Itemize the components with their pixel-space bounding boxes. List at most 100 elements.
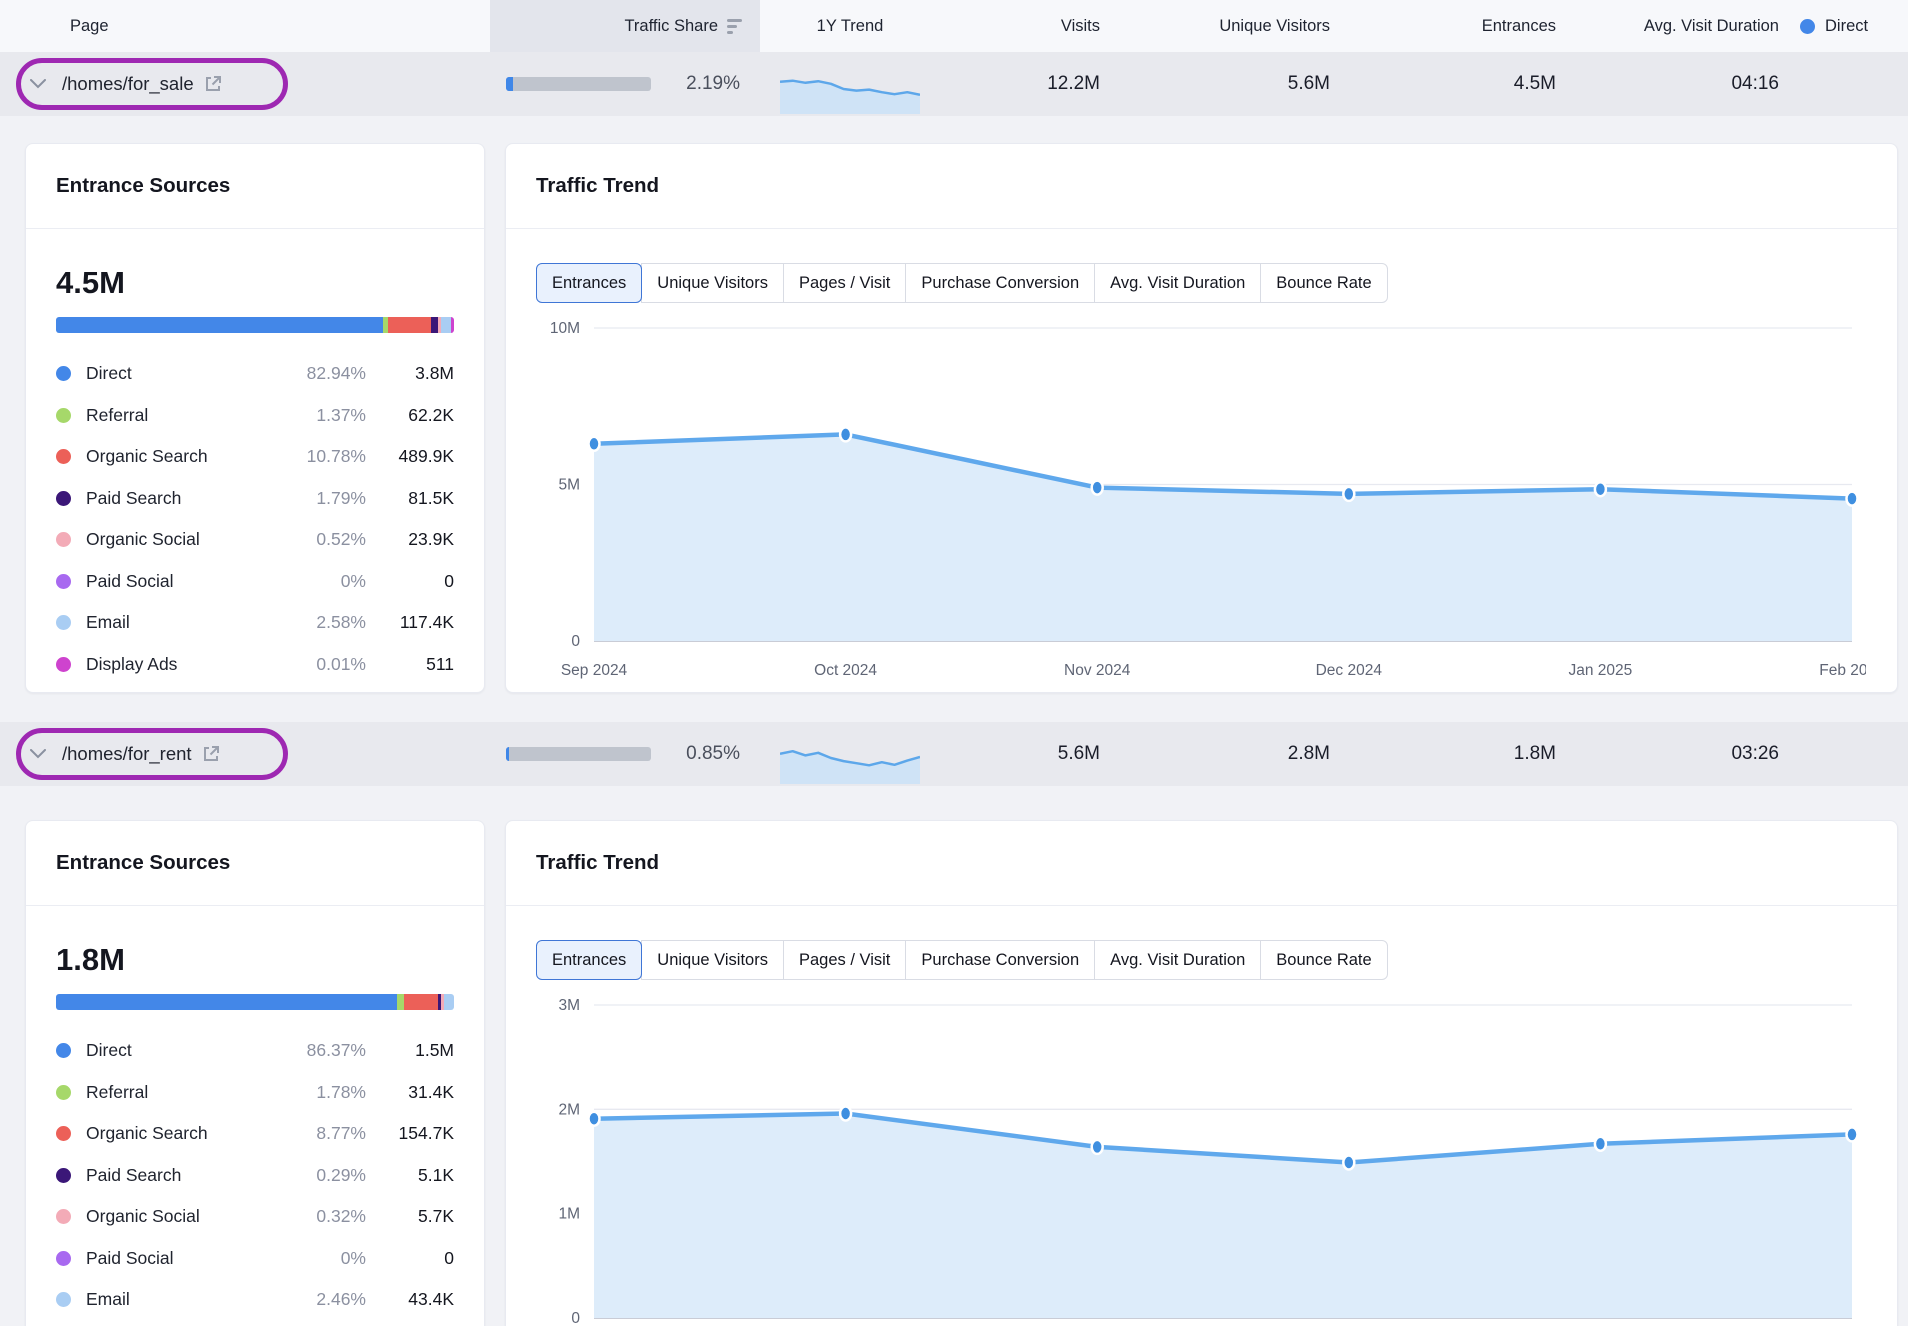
table-row[interactable]: /homes/for_sale 2.19% 12.2M 5.6M 4.5M 04… (0, 52, 1908, 116)
entrance-source-row[interactable]: Organic Social0.52%23.9K (56, 519, 454, 561)
trend-tab-purchase-conversion[interactable]: Purchase Conversion (905, 940, 1095, 980)
entrance-sources-title: Entrance Sources (26, 144, 484, 229)
trend-tab-entrances[interactable]: Entrances (536, 940, 642, 980)
column-header-traffic-share[interactable]: Traffic Share (490, 0, 760, 52)
trend-tab-pages-visit[interactable]: Pages / Visit (783, 263, 906, 303)
stacked-bar-segment (56, 994, 397, 1010)
entrance-source-row[interactable]: Direct86.37%1.5M (56, 1030, 454, 1072)
trend-tab-entrances[interactable]: Entrances (536, 263, 642, 303)
source-percent: 10.78% (276, 446, 366, 467)
trend-tab-avg-visit-duration[interactable]: Avg. Visit Duration (1094, 940, 1261, 980)
stacked-bar-segment (404, 994, 439, 1010)
trend-tab-pages-visit[interactable]: Pages / Visit (783, 940, 906, 980)
entrance-source-row[interactable]: Email2.46%43.4K (56, 1279, 454, 1321)
stacked-bar-segment (397, 994, 404, 1010)
entrance-sources-total: 4.5M (56, 265, 454, 301)
source-percent: 2.46% (276, 1289, 366, 1310)
column-header-avg-visit-duration[interactable]: Avg. Visit Duration (1579, 0, 1779, 52)
stacked-bar-segment (451, 317, 454, 333)
page-cell: /homes/for_sale (0, 52, 490, 116)
entrance-source-row[interactable]: Paid Search0.29%5.1K (56, 1155, 454, 1197)
source-percent: 1.79% (276, 488, 366, 509)
entrance-sources-card: Entrance Sources 4.5M Direct82.94%3.8MRe… (25, 143, 485, 693)
source-value: 1.5M (366, 1040, 454, 1061)
stacked-bar-segment (56, 317, 383, 333)
column-header-unique-visitors[interactable]: Unique Visitors (1130, 0, 1330, 52)
source-value: 31.4K (366, 1082, 454, 1103)
page-link[interactable]: /homes/for_sale (62, 73, 194, 95)
column-header-traffic-share-label: Traffic Share (624, 17, 718, 36)
traffic-trend-card: Traffic Trend EntrancesUnique VisitorsPa… (505, 820, 1898, 1326)
column-header-visits[interactable]: Visits (900, 0, 1100, 52)
visits-cell: 12.2M (900, 52, 1100, 116)
sort-descending-icon[interactable] (727, 19, 742, 34)
entrances-cell: 1.8M (1356, 722, 1556, 786)
source-label: Organic Social (86, 1206, 276, 1227)
source-label: Email (86, 612, 276, 633)
column-header-unique-visitors-label: Unique Visitors (1219, 17, 1330, 36)
chevron-down-icon[interactable] (30, 79, 46, 89)
entrance-sources-stacked-bar (56, 994, 454, 1010)
source-value: 0 (366, 1248, 454, 1269)
column-header-direct[interactable]: Direct (1800, 0, 1925, 52)
source-label: Direct (86, 1040, 276, 1061)
source-color-dot-icon (56, 1085, 71, 1100)
source-value: 489.9K (366, 446, 454, 467)
source-label: Direct (86, 363, 276, 384)
trend-tab-purchase-conversion[interactable]: Purchase Conversion (905, 263, 1095, 303)
trend-tab-unique-visitors[interactable]: Unique Visitors (641, 940, 784, 980)
trend-tab-avg-visit-duration[interactable]: Avg. Visit Duration (1094, 263, 1261, 303)
entrance-source-row[interactable]: Referral1.37%62.2K (56, 395, 454, 437)
entrance-sources-title: Entrance Sources (26, 821, 484, 906)
source-value: 5.1K (366, 1165, 454, 1186)
entrance-source-row[interactable]: Display Ads0.01%511 (56, 644, 454, 686)
entrance-source-row[interactable]: Paid Search1.79%81.5K (56, 478, 454, 520)
entrance-source-row[interactable]: Referral1.78%31.4K (56, 1072, 454, 1114)
source-label: Paid Search (86, 488, 276, 509)
unique-visitors-cell: 2.8M (1130, 722, 1330, 786)
source-color-dot-icon (56, 657, 71, 672)
external-link-icon[interactable] (204, 75, 222, 93)
source-value: 0 (366, 571, 454, 592)
chevron-down-icon[interactable] (30, 749, 46, 759)
unique-visitors-cell: 5.6M (1130, 52, 1330, 116)
column-header-visits-label: Visits (1061, 17, 1100, 36)
entrance-source-row[interactable]: Paid Social0%0 (56, 1238, 454, 1280)
entrance-source-row[interactable]: Organic Search10.78%489.9K (56, 436, 454, 478)
trend-tab-bounce-rate[interactable]: Bounce Rate (1260, 940, 1387, 980)
source-color-dot-icon (56, 1292, 71, 1307)
source-percent: 1.37% (276, 405, 366, 426)
traffic-trend-tabs: EntrancesUnique VisitorsPages / VisitPur… (536, 263, 1867, 303)
column-header-page[interactable]: Page (0, 0, 490, 52)
entrance-source-row[interactable]: Email2.58%117.4K (56, 602, 454, 644)
avg-visit-duration-cell: 04:16 (1579, 52, 1779, 116)
stacked-bar-segment (441, 317, 451, 333)
trend-tab-bounce-rate[interactable]: Bounce Rate (1260, 263, 1387, 303)
page-link[interactable]: /homes/for_rent (62, 743, 192, 765)
source-color-dot-icon (56, 532, 71, 547)
entrance-source-row[interactable]: Organic Social0.32%5.7K (56, 1196, 454, 1238)
svg-text:Sep 2024: Sep 2024 (561, 662, 628, 679)
entrance-source-row[interactable]: Organic Search8.77%154.7K (56, 1113, 454, 1155)
entrance-source-row[interactable]: Direct82.94%3.8M (56, 353, 454, 395)
source-value: 154.7K (366, 1123, 454, 1144)
trend-tab-unique-visitors[interactable]: Unique Visitors (641, 263, 784, 303)
svg-text:Oct 2024: Oct 2024 (814, 662, 877, 679)
table-row[interactable]: /homes/for_rent 0.85% 5.6M 2.8M 1.8M 03:… (0, 722, 1908, 786)
entrance-source-row[interactable]: Display Ads0%0 (56, 1321, 454, 1326)
column-header-entrances[interactable]: Entrances (1356, 0, 1556, 52)
source-percent: 2.58% (276, 612, 366, 633)
1y-trend-sparkline (780, 62, 920, 114)
source-color-dot-icon (56, 408, 71, 423)
entrance-sources-stacked-bar (56, 317, 454, 333)
entrance-source-row[interactable]: Paid Social0%0 (56, 561, 454, 603)
source-label: Organic Social (86, 529, 276, 550)
source-label: Paid Social (86, 1248, 276, 1269)
source-value: 23.9K (366, 529, 454, 550)
visits-cell: 5.6M (900, 722, 1100, 786)
svg-text:Nov 2024: Nov 2024 (1064, 662, 1131, 679)
svg-text:5M: 5M (558, 477, 580, 494)
traffic-trend-chart: 05M10MSep 2024Oct 2024Nov 2024Dec 2024Ja… (536, 313, 1866, 713)
external-link-icon[interactable] (202, 745, 220, 763)
source-label: Organic Search (86, 1123, 276, 1144)
